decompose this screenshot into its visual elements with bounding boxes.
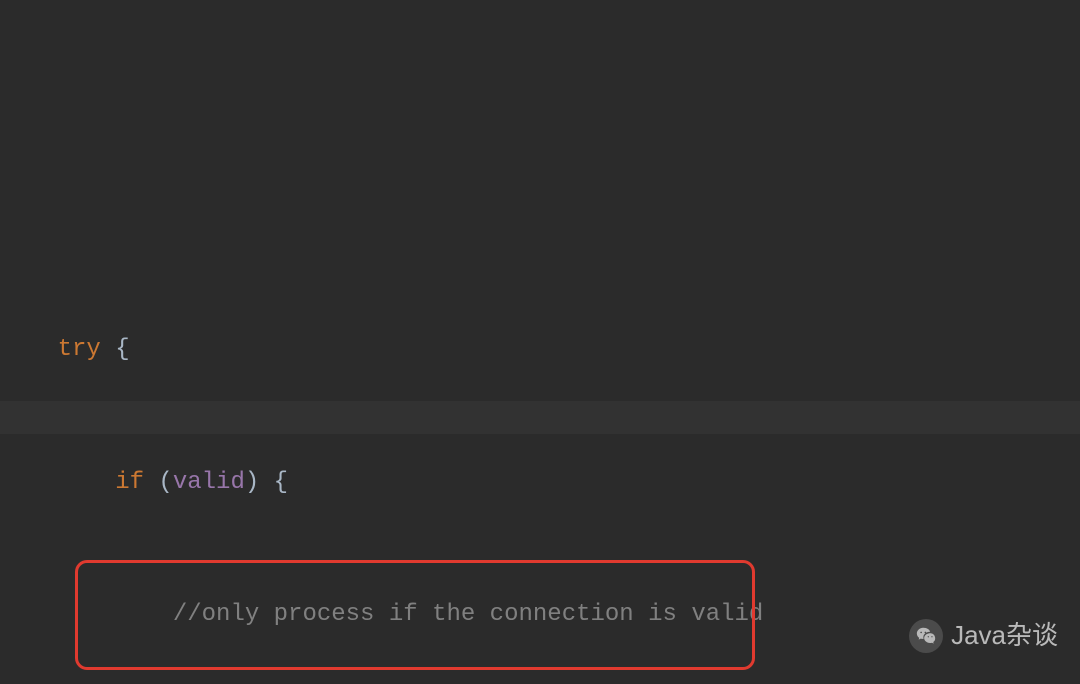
paren: ( (144, 469, 173, 496)
code-editor[interactable]: try { if (valid) { //only process if the… (0, 0, 1080, 684)
indent (0, 336, 58, 363)
indent (0, 601, 173, 628)
active-line-highlight (0, 401, 1080, 434)
field-valid: valid (173, 469, 245, 496)
watermark: Java杂谈 (909, 618, 1058, 654)
code-line[interactable]: if (valid) { (0, 466, 1080, 499)
code-line[interactable]: try { (0, 333, 1080, 366)
comment: //only process if the connection is vali… (173, 601, 764, 628)
brace: ) { (245, 469, 288, 496)
keyword-try: try (58, 336, 101, 363)
brace: { (101, 336, 130, 363)
wechat-icon (909, 619, 943, 653)
indent (0, 469, 115, 496)
watermark-text: Java杂谈 (951, 618, 1058, 654)
keyword-if: if (115, 469, 144, 496)
